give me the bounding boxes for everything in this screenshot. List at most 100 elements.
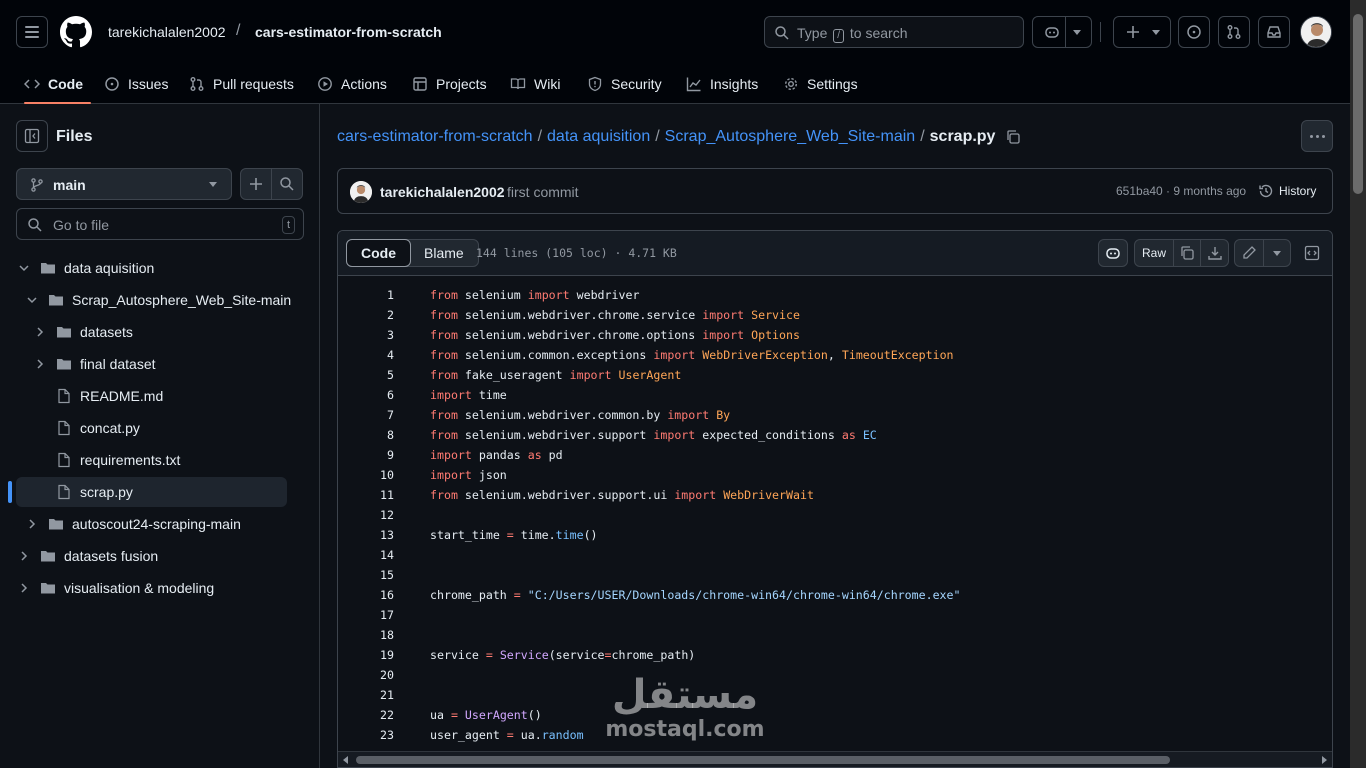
copy-raw-button[interactable] [1173,239,1201,267]
github-logo-icon[interactable] [60,16,92,48]
commit-meta[interactable]: 651ba40 · 9 months ago [1116,184,1246,198]
tab-insights[interactable]: Insights [678,64,766,104]
copilot-ask-button[interactable] [1098,239,1128,267]
tab-issues[interactable]: Issues [96,64,176,104]
copilot-button[interactable] [1032,16,1092,48]
line-number[interactable]: 11 [338,485,394,505]
commit-author-avatar[interactable] [350,181,372,203]
path-link-repo[interactable]: cars-estimator-from-scratch [337,128,533,146]
line-number[interactable]: 22 [338,705,394,725]
line-number[interactable]: 17 [338,605,394,625]
issues-button[interactable] [1178,16,1210,48]
code-line: 14 [338,545,1332,565]
tree-folder-data-aquisition[interactable]: data aquisition [16,254,154,282]
scroll-left-icon[interactable] [343,756,348,764]
page-scrollbar[interactable] [1350,0,1366,768]
repo-link[interactable]: cars-estimator-from-scratch [255,24,442,40]
avatar-icon [1301,17,1331,47]
pull-requests-button[interactable] [1218,16,1250,48]
tab-pull-requests[interactable]: Pull requests [181,64,302,104]
copy-path-icon[interactable] [1005,129,1021,145]
line-number[interactable]: 14 [338,545,394,565]
go-to-file-input[interactable]: Go to file t [16,208,304,240]
path-link-data-aquisition[interactable]: data aquisition [547,128,650,146]
commit-author[interactable]: tarekichalalen2002 [380,184,505,200]
line-number[interactable]: 12 [338,505,394,525]
chevron-right-icon[interactable] [32,324,48,340]
page-scroll-thumb[interactable] [1353,14,1363,194]
inbox-button[interactable] [1258,16,1290,48]
tree-folder-visualisation[interactable]: visualisation & modeling [16,574,214,602]
tree-folder-final-dataset[interactable]: final dataset [32,350,156,378]
tree-folder-scrap-autosphere[interactable]: Scrap_Autosphere_Web_Site-main [24,286,291,314]
line-number[interactable]: 1 [338,285,394,305]
horizontal-scroll-thumb[interactable] [356,756,1170,764]
edit-options-button[interactable] [1263,239,1291,267]
code-line: 9 import pandas as pd [338,445,1332,465]
tree-folder-datasets[interactable]: datasets [32,318,133,346]
chevron-right-icon[interactable] [32,356,48,372]
line-number[interactable]: 20 [338,665,394,685]
collapse-sidebar-button[interactable] [16,120,48,152]
tab-security[interactable]: Security [579,64,670,104]
folder-icon [56,356,72,372]
line-number[interactable]: 2 [338,305,394,325]
tab-projects[interactable]: Projects [404,64,495,104]
tree-file-concat[interactable]: concat.py [56,414,140,442]
chevron-right-icon[interactable] [16,548,32,564]
line-number[interactable]: 7 [338,405,394,425]
line-number[interactable]: 21 [338,685,394,705]
chevron-right-icon[interactable] [24,516,40,532]
code-view-tab[interactable]: Code [346,239,411,267]
tab-settings[interactable]: Settings [775,64,866,104]
chevron-right-icon[interactable] [16,580,32,596]
copilot-icon [1045,27,1059,38]
chevron-down-icon[interactable] [16,260,32,276]
more-options-button[interactable] [1301,120,1333,152]
line-number[interactable]: 19 [338,645,394,665]
path-link-scrap-autosphere[interactable]: Scrap_Autosphere_Web_Site-main [665,128,916,146]
user-avatar[interactable] [1300,16,1332,48]
chevron-down-icon[interactable] [1073,30,1081,35]
tab-code[interactable]: Code [16,64,91,104]
tree-file-requirements[interactable]: requirements.txt [56,446,180,474]
line-number[interactable]: 15 [338,565,394,585]
horizontal-scrollbar[interactable] [338,751,1332,767]
code-token: import [653,348,696,362]
menu-button[interactable] [16,16,48,48]
line-number[interactable]: 13 [338,525,394,545]
line-number[interactable]: 18 [338,625,394,645]
tree-folder-autoscout24[interactable]: autoscout24-scraping-main [24,510,241,538]
line-number[interactable]: 16 [338,585,394,605]
line-number[interactable]: 23 [338,725,394,745]
download-button[interactable] [1200,239,1229,267]
tree-file-scrap[interactable]: scrap.py [56,478,133,506]
create-new-button[interactable] [1113,16,1171,48]
chevron-down-icon[interactable] [24,292,40,308]
code-token: import [702,308,745,322]
line-number[interactable]: 4 [338,345,394,365]
line-number[interactable]: 9 [338,445,394,465]
code-token: from [430,428,458,442]
tree-file-readme[interactable]: README.md [56,382,163,410]
blame-view-tab[interactable]: Blame [410,240,478,266]
line-number[interactable]: 5 [338,365,394,385]
raw-button[interactable]: Raw [1134,239,1174,267]
tab-actions[interactable]: Actions [309,64,395,104]
symbols-panel-button[interactable] [1298,239,1326,267]
scroll-right-icon[interactable] [1322,756,1327,764]
edit-file-button[interactable] [1234,239,1264,267]
history-button[interactable]: History [1258,183,1316,199]
branch-selector[interactable]: main [16,168,232,200]
add-file-button[interactable] [240,168,272,200]
owner-link[interactable]: tarekichalalen2002 [108,24,226,40]
tab-wiki[interactable]: Wiki [502,64,568,104]
line-number[interactable]: 10 [338,465,394,485]
line-number[interactable]: 6 [338,385,394,405]
commit-message[interactable]: first commit [507,184,579,200]
tree-folder-datasets-fusion[interactable]: datasets fusion [16,542,158,570]
line-number[interactable]: 8 [338,425,394,445]
line-number[interactable]: 3 [338,325,394,345]
search-files-button[interactable] [271,168,303,200]
search-input[interactable]: Type / to search [764,16,1024,48]
